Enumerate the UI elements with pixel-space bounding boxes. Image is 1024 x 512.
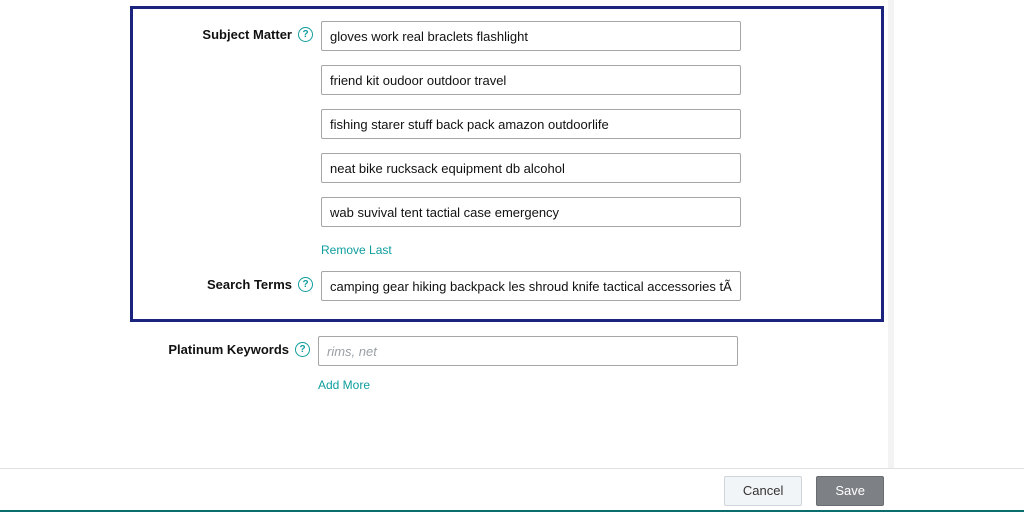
help-icon[interactable] <box>298 277 313 292</box>
help-icon[interactable] <box>298 27 313 42</box>
add-more-link[interactable]: Add More <box>318 378 866 392</box>
page-root: Subject Matter Remove Last <box>0 0 1024 512</box>
platinum-keywords-section: Platinum Keywords Add More <box>130 322 884 392</box>
cancel-button[interactable]: Cancel <box>724 476 802 506</box>
subject-matter-input-4[interactable] <box>321 153 741 183</box>
platinum-keywords-input[interactable] <box>318 336 738 366</box>
search-terms-label-col: Search Terms <box>151 271 321 292</box>
platinum-keywords-label: Platinum Keywords <box>168 342 289 357</box>
remove-last-link[interactable]: Remove Last <box>321 243 863 257</box>
subject-matter-label: Subject Matter <box>202 27 292 42</box>
platinum-keywords-label-col: Platinum Keywords <box>148 336 318 357</box>
subject-matter-fields: Remove Last <box>321 21 863 257</box>
search-terms-row: Search Terms <box>151 271 863 301</box>
subject-matter-input-3[interactable] <box>321 109 741 139</box>
platinum-keywords-field: Add More <box>318 336 866 392</box>
help-icon[interactable] <box>295 342 310 357</box>
content-area: Subject Matter Remove Last <box>0 0 1024 402</box>
highlight-box: Subject Matter Remove Last <box>130 6 884 322</box>
subject-matter-input-1[interactable] <box>321 21 741 51</box>
subject-matter-label-col: Subject Matter <box>151 21 321 42</box>
subject-matter-row: Subject Matter Remove Last <box>151 21 863 257</box>
save-button[interactable]: Save <box>816 476 884 506</box>
platinum-keywords-row: Platinum Keywords Add More <box>148 336 866 392</box>
search-terms-label: Search Terms <box>207 277 292 292</box>
footer-bar: Cancel Save <box>0 468 1024 512</box>
subject-matter-input-5[interactable] <box>321 197 741 227</box>
right-gutter <box>888 0 894 468</box>
subject-matter-input-2[interactable] <box>321 65 741 95</box>
search-terms-input[interactable] <box>321 271 741 301</box>
search-terms-field <box>321 271 863 301</box>
